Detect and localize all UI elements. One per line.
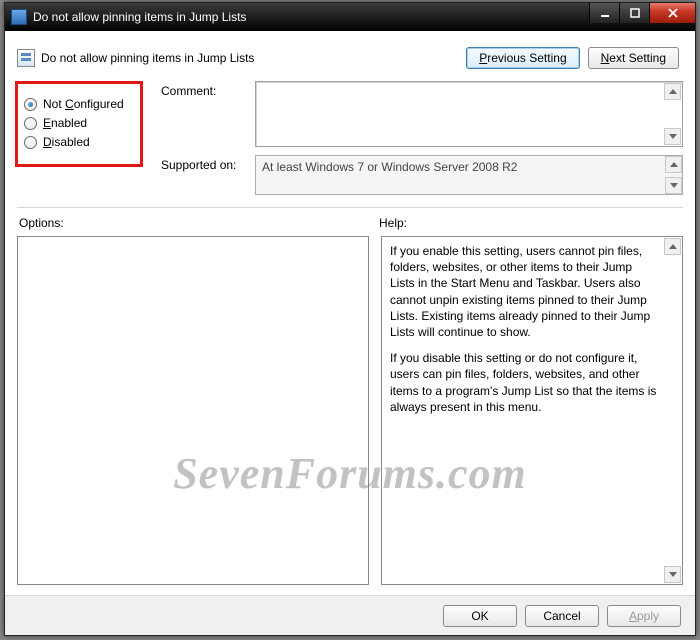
setting-icon bbox=[17, 49, 35, 67]
options-panel bbox=[17, 236, 369, 585]
radio-disabled[interactable]: Disabled bbox=[24, 135, 134, 149]
state-radio-group: Not Configured Enabled Disabled bbox=[15, 81, 143, 167]
scroll-up-icon[interactable] bbox=[664, 83, 681, 100]
window-controls bbox=[589, 3, 695, 23]
radio-label: Enabled bbox=[43, 116, 87, 130]
panel-labels: Options: Help: bbox=[17, 216, 683, 230]
radio-not-configured[interactable]: Not Configured bbox=[24, 97, 134, 111]
policy-icon bbox=[11, 9, 27, 25]
radio-enabled[interactable]: Enabled bbox=[24, 116, 134, 130]
supported-field: At least Windows 7 or Windows Server 200… bbox=[255, 155, 683, 195]
options-label: Options: bbox=[17, 216, 377, 230]
top-grid: Not Configured Enabled Disabled Comment:… bbox=[17, 81, 683, 195]
help-text: If you disable this setting or do not co… bbox=[390, 350, 660, 415]
ok-button[interactable]: OK bbox=[443, 605, 517, 627]
scroll-down-icon[interactable] bbox=[665, 177, 682, 194]
window-title: Do not allow pinning items in Jump Lists bbox=[33, 10, 246, 24]
footer: OK Cancel Apply bbox=[5, 595, 695, 635]
scroll-up-icon[interactable] bbox=[665, 156, 682, 173]
apply-button[interactable]: Apply bbox=[607, 605, 681, 627]
supported-label: Supported on: bbox=[161, 155, 251, 172]
supported-text: At least Windows 7 or Windows Server 200… bbox=[262, 160, 517, 174]
header-row: Do not allow pinning items in Jump Lists… bbox=[17, 41, 683, 75]
dialog-window: Do not allow pinning items in Jump Lists… bbox=[4, 2, 696, 636]
help-panel: If you enable this setting, users cannot… bbox=[381, 236, 683, 585]
scroll-down-icon[interactable] bbox=[664, 566, 681, 583]
minimize-button[interactable] bbox=[589, 3, 619, 23]
client-area: Do not allow pinning items in Jump Lists… bbox=[5, 31, 695, 595]
scroll-up-icon[interactable] bbox=[664, 238, 681, 255]
panels: If you enable this setting, users cannot… bbox=[17, 236, 683, 585]
radio-icon bbox=[24, 136, 37, 149]
radio-label: Not Configured bbox=[43, 97, 124, 111]
comment-field[interactable] bbox=[255, 81, 683, 147]
radio-icon bbox=[24, 98, 37, 111]
close-button[interactable] bbox=[649, 3, 695, 23]
scroll-down-icon[interactable] bbox=[664, 128, 681, 145]
titlebar: Do not allow pinning items in Jump Lists bbox=[5, 3, 695, 31]
comment-label: Comment: bbox=[161, 81, 251, 98]
setting-title: Do not allow pinning items in Jump Lists bbox=[41, 51, 254, 65]
maximize-button[interactable] bbox=[619, 3, 649, 23]
next-setting-button[interactable]: Next Setting bbox=[588, 47, 679, 69]
previous-setting-button[interactable]: Previous Setting bbox=[466, 47, 579, 69]
help-text: If you enable this setting, users cannot… bbox=[390, 243, 660, 340]
help-label: Help: bbox=[377, 216, 683, 230]
radio-icon bbox=[24, 117, 37, 130]
cancel-button[interactable]: Cancel bbox=[525, 605, 599, 627]
separator bbox=[17, 207, 683, 208]
radio-label: Disabled bbox=[43, 135, 90, 149]
